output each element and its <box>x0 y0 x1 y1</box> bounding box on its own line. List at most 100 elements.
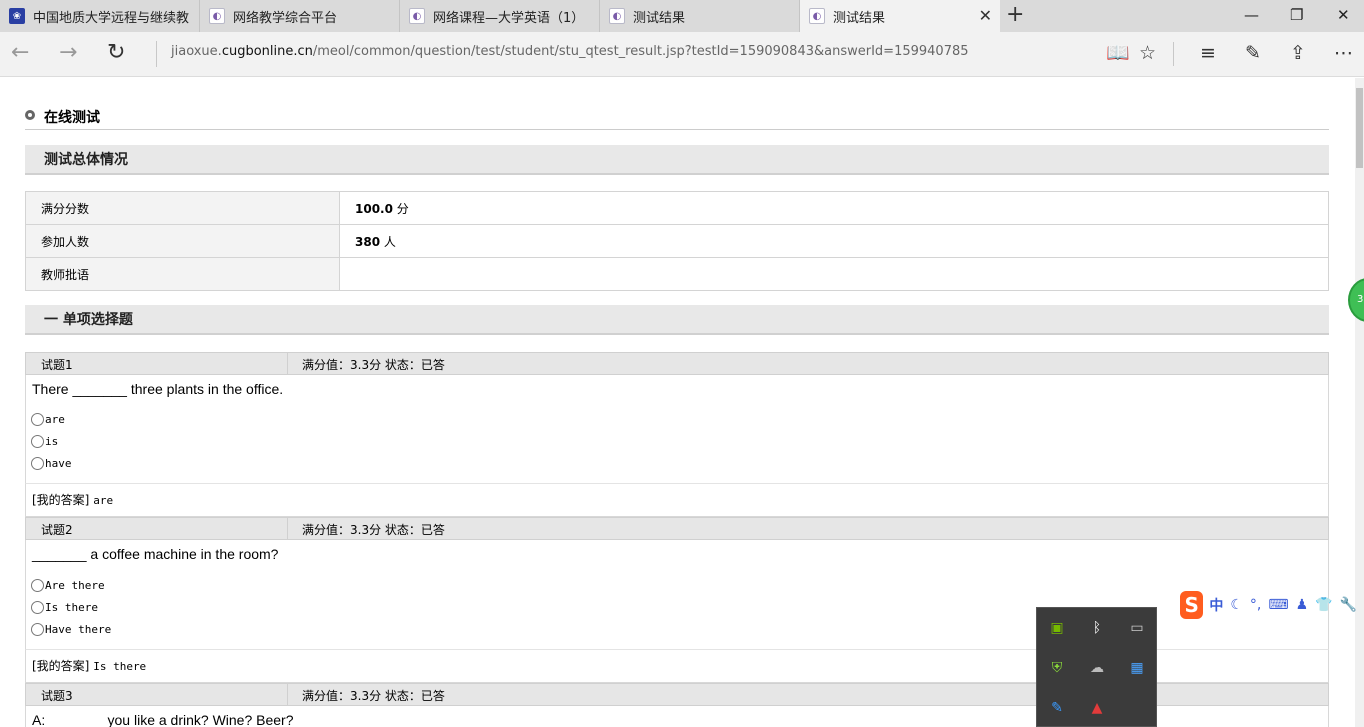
moon-icon[interactable]: ☾ <box>1230 597 1243 613</box>
url-domain: cugbonline.cn <box>221 44 313 59</box>
paw-icon: ❀ <box>9 8 25 24</box>
wrench-icon[interactable]: 🔧 <box>1340 597 1357 613</box>
address-bar[interactable]: jiaoxue.cugbonline.cn/meol/common/questi… <box>171 44 969 59</box>
tab-title: 网络课程—大学英语（1） <box>433 10 585 26</box>
vertical-scrollbar[interactable] <box>1355 78 1364 727</box>
summary-key: 满分分数 <box>25 191 340 225</box>
question-header: 试题2 满分值：3.3分 状态：已答 <box>25 517 1329 540</box>
bluetooth-icon[interactable]: ᛒ <box>1087 618 1107 638</box>
question-meta: 满分值：3.3分 状态：已答 <box>302 523 445 537</box>
more-icon[interactable]: ⋯ <box>1334 42 1353 64</box>
tab-test-result-active[interactable]: ◐ 测试结果 ✕ <box>800 0 1000 32</box>
nvidia-icon[interactable]: ▣ <box>1047 618 1067 638</box>
question-text: There _______ three plants in the office… <box>32 381 284 397</box>
summary-value: 100.0 分 <box>339 191 1329 225</box>
security-shield-icon[interactable]: ⛨ <box>1047 658 1067 678</box>
reading-view-icon[interactable]: 📖 <box>1106 42 1130 64</box>
feather-app-icon[interactable]: ✎ <box>1047 698 1067 718</box>
question-text: _______ a coffee machine in the room? <box>32 546 279 562</box>
my-answer-label: [我的答案] <box>32 659 90 673</box>
back-arrow-icon[interactable]: ← <box>11 42 29 64</box>
tab-cug-portal[interactable]: ❀ 中国地质大学远程与继续教 <box>0 0 200 32</box>
summary-key: 教师批语 <box>25 257 340 291</box>
close-tab-icon[interactable]: ✕ <box>979 8 992 24</box>
option-label: Is there <box>45 601 98 614</box>
unit: 分 <box>392 201 409 216</box>
option[interactable]: are <box>31 413 65 426</box>
question-number: 试题1 <box>41 358 73 372</box>
question-meta: 满分值：3.3分 状态：已答 <box>302 689 445 703</box>
page-title-text: 在线测试 <box>44 110 100 126</box>
moodle-icon: ◐ <box>809 8 825 24</box>
option[interactable]: is <box>31 435 58 448</box>
tab-strip: ❀ 中国地质大学远程与继续教 ◐ 网络教学综合平台 ◐ 网络课程—大学英语（1）… <box>0 0 1364 32</box>
my-answer-value: Is there <box>93 660 147 673</box>
tab-title: 中国地质大学远程与继续教 <box>33 10 190 26</box>
ime-toolbar: S 中 ☾ °, ⌨ ♟ 👕 🔧 <box>1180 590 1364 620</box>
unit: 人 <box>380 234 396 249</box>
table-row: 满分分数 100.0 分 <box>25 191 1329 225</box>
radio-button[interactable] <box>31 435 44 448</box>
question-meta: 满分值：3.3分 状态：已答 <box>302 358 445 372</box>
tab-teaching-platform[interactable]: ◐ 网络教学综合平台 <box>200 0 400 32</box>
tab-title: 网络教学综合平台 <box>233 10 338 26</box>
my-answer-row: [我的答案] are <box>25 483 1329 517</box>
option[interactable]: Have there <box>31 623 111 636</box>
radio-button[interactable] <box>31 413 44 426</box>
divider <box>1173 42 1174 66</box>
favorite-star-icon[interactable]: ☆ <box>1139 42 1156 64</box>
option[interactable]: Are there <box>31 579 105 592</box>
option-label: Are there <box>45 579 105 592</box>
bullet-icon <box>25 110 35 120</box>
my-answer-label: [我的答案] <box>32 493 90 507</box>
option-label: Have there <box>45 623 112 636</box>
summary-key: 参加人数 <box>25 224 340 258</box>
radio-button[interactable] <box>31 601 44 614</box>
tab-test-result[interactable]: ◐ 测试结果 <box>600 0 800 32</box>
hub-icon[interactable]: ≡ <box>1200 42 1216 64</box>
skin-shirt-icon[interactable]: 👕 <box>1315 597 1332 613</box>
new-tab-button[interactable]: + <box>1006 4 1024 26</box>
user-icon[interactable]: ♟ <box>1296 597 1309 613</box>
minimize-icon[interactable]: — <box>1244 6 1259 24</box>
tab-english-course[interactable]: ◐ 网络课程—大学英语（1） <box>400 0 600 32</box>
table-row: 参加人数 380 人 <box>25 224 1329 258</box>
option[interactable]: Is there <box>31 601 98 614</box>
punctuation-icon[interactable]: °, <box>1250 597 1261 613</box>
web-note-icon[interactable]: ✎ <box>1245 42 1261 64</box>
divider <box>156 41 157 67</box>
forward-arrow-icon[interactable]: → <box>59 42 77 64</box>
moodle-icon: ◐ <box>609 8 625 24</box>
question-header: 试题1 满分值：3.3分 状态：已答 <box>25 352 1329 375</box>
cloud-icon[interactable]: ☁ <box>1087 658 1107 678</box>
divider <box>287 684 288 705</box>
close-window-icon[interactable]: ✕ <box>1337 6 1350 24</box>
sogou-logo-icon[interactable]: S <box>1180 591 1204 619</box>
radio-button[interactable] <box>31 579 44 592</box>
display-icon[interactable]: ▭ <box>1127 618 1147 638</box>
triangle-app-icon[interactable]: ▲ <box>1087 698 1107 718</box>
moodle-icon: ◐ <box>209 8 225 24</box>
moodle-icon: ◐ <box>409 8 425 24</box>
option[interactable]: have <box>31 457 72 470</box>
restore-icon[interactable]: ❐ <box>1290 6 1303 24</box>
question-body: There _______ three plants in the office… <box>25 375 1329 484</box>
question-number: 试题3 <box>41 689 73 703</box>
radio-button[interactable] <box>31 623 44 636</box>
navigation-bar: ← → ↻ jiaoxue.cugbonline.cn/meol/common/… <box>0 32 1364 77</box>
share-icon[interactable]: ⇪ <box>1290 42 1306 64</box>
scrollbar-thumb[interactable] <box>1356 88 1363 168</box>
ime-mode-toggle[interactable]: 中 <box>1209 595 1223 615</box>
full-score-value: 100.0 <box>355 201 393 216</box>
tab-title: 测试结果 <box>633 10 686 26</box>
keyboard-icon[interactable]: ⌨ <box>1268 597 1288 613</box>
radio-button[interactable] <box>31 457 44 470</box>
refresh-icon[interactable]: ↻ <box>107 42 125 64</box>
option-label: are <box>45 413 65 426</box>
page-title: 在线测试 <box>25 106 1329 130</box>
table-row: 教师批语 <box>25 257 1329 291</box>
single-choice-section-title: 一 单项选择题 <box>25 305 1329 335</box>
url-prefix: jiaoxue. <box>171 44 222 59</box>
qq-app-icon[interactable]: ▦ <box>1127 658 1147 678</box>
tray-overflow-popup: ▣ ᛒ ▭ ⛨ ☁ ▦ ✎ ▲ <box>1036 607 1157 727</box>
